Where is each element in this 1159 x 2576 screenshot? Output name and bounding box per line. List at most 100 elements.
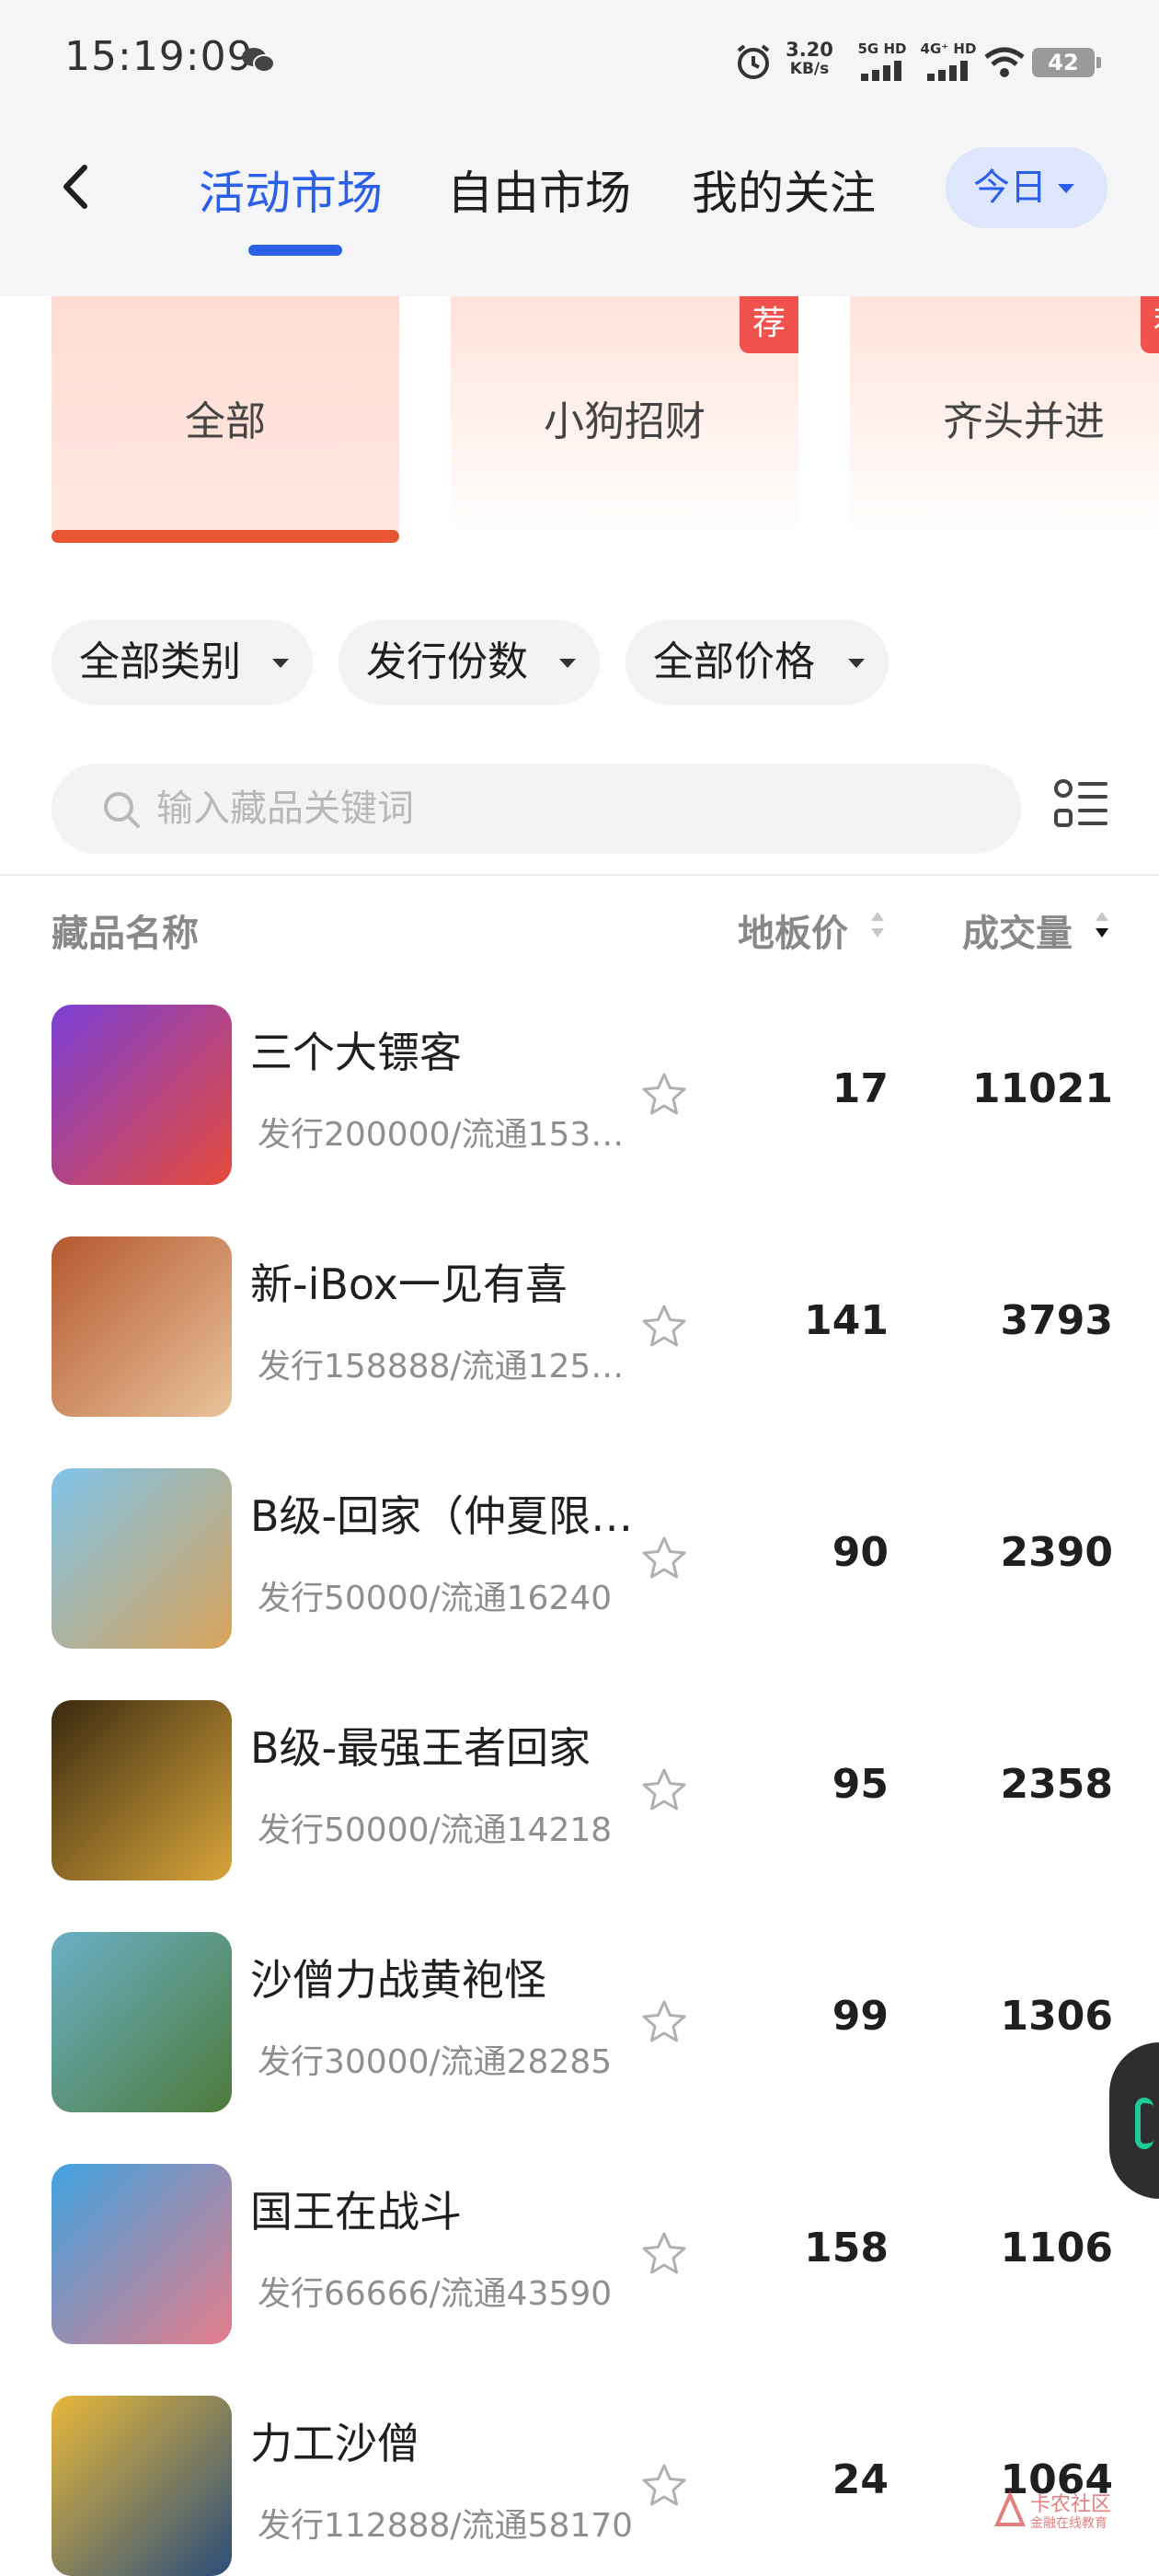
tab-my-follows[interactable]: 我的关注 [692, 156, 876, 223]
table-row[interactable]: 新-iBox一见有喜发行158888/流通125… 141 3793 [0, 1236, 1159, 1468]
collection-name: 新-iBox一见有喜 [250, 1259, 568, 1309]
divider [0, 874, 1159, 876]
top-nav: 活动市场 自由市场 我的关注 今日 [0, 138, 1159, 258]
star-icon[interactable] [640, 2230, 688, 2278]
collection-thumbnail [52, 1468, 232, 1649]
floor-price: 17 [832, 1065, 889, 1112]
collection-name: B级-最强王者回家 [250, 1723, 591, 1773]
collection-thumbnail [52, 1236, 232, 1417]
floor-price: 90 [832, 1529, 889, 1576]
caret-down-icon [848, 659, 865, 668]
floor-price: 24 [832, 2456, 889, 2503]
star-icon[interactable] [640, 1535, 688, 1582]
collection-thumbnail [52, 1932, 232, 2112]
star-icon[interactable] [640, 1303, 688, 1351]
sim2-signal: 4G⁺ HD [909, 40, 988, 83]
star-icon[interactable] [640, 1071, 688, 1119]
filter-label: 发行份数 [366, 638, 528, 685]
category-card-side-by-side[interactable]: 齐头并进 荐 [850, 296, 1159, 537]
collection-issue-info: 发行112888/流通58170 [258, 2507, 634, 2545]
collection-issue-info: 发行30000/流通28285 [258, 2043, 613, 2081]
date-filter-label: 今日 [973, 167, 1047, 209]
active-tab-indicator [248, 245, 342, 256]
collection-thumbnail [52, 1005, 232, 1185]
category-cards: 全部 小狗招财 荐 齐头并进 荐 [0, 296, 1159, 545]
signal-bars-icon [927, 61, 968, 81]
collection-name: 国王在战斗 [250, 2187, 462, 2237]
watermark-logo: 卡农社区 金融在线教育 [993, 2484, 1122, 2539]
collection-name: 三个大镖客 [250, 1028, 462, 1077]
table-row[interactable]: 国王在战斗 发行66666/流通43590 158 1106 [0, 2164, 1159, 2396]
tab-free-market[interactable]: 自由市场 [447, 156, 631, 223]
filter-price[interactable]: 全部价格 [625, 620, 889, 705]
collection-issue-info: 发行158888/流通125… [258, 1348, 625, 1386]
recommend-badge: 荐 [740, 296, 798, 353]
collection-name: 沙僧力战黄袍怪 [250, 1955, 546, 2005]
filter-issue-count[interactable]: 发行份数 [339, 620, 600, 705]
trade-volume: 1306 [1000, 1993, 1113, 2040]
table-row[interactable]: 力工沙僧 发行112888/流通58170 24 1064 [0, 2396, 1159, 2576]
speed-value: 3.20 [786, 39, 833, 61]
status-time: 15:19:09 [64, 33, 254, 80]
sim2-label: 4G⁺ HD [920, 40, 977, 57]
back-arrow-icon[interactable] [48, 155, 103, 219]
collection-thumbnail [52, 1700, 232, 1880]
category-active-indicator [52, 530, 399, 543]
category-label: 齐头并进 [943, 398, 1105, 445]
star-icon[interactable] [640, 1998, 688, 2046]
floor-price: 141 [804, 1297, 889, 1344]
collection-issue-info: 发行50000/流通16240 [258, 1580, 613, 1617]
category-card-dog[interactable]: 小狗招财 荐 [451, 296, 798, 537]
floor-price: 95 [832, 1761, 889, 1808]
collection-name: B级-回家（仲夏限… [250, 1491, 634, 1541]
filter-label: 全部类别 [79, 638, 241, 685]
trade-volume: 2358 [1000, 1761, 1113, 1808]
search-icon [104, 792, 140, 828]
speed-unit: KB/s [789, 60, 830, 78]
star-icon[interactable] [640, 1766, 688, 1814]
tab-activity-market[interactable]: 活动市场 [199, 156, 383, 223]
caret-down-icon [1058, 184, 1074, 193]
filter-label: 全部价格 [653, 638, 815, 685]
sort-descending-icon[interactable] [1093, 909, 1111, 940]
floor-price: 99 [832, 1993, 889, 2040]
list-view-icon[interactable] [1052, 776, 1109, 834]
table-row[interactable]: B级-回家（仲夏限… 发行50000/流通16240 90 2390 [0, 1468, 1159, 1700]
collection-issue-info: 发行50000/流通14218 [258, 1811, 613, 1849]
header-floor-price[interactable]: 地板价 [738, 903, 848, 957]
filter-category[interactable]: 全部类别 [52, 620, 313, 705]
category-card-all[interactable]: 全部 [52, 296, 399, 537]
recommend-badge: 荐 [1141, 296, 1159, 353]
wechat-icon [242, 48, 275, 73]
table-row[interactable]: B级-最强王者回家发行50000/流通14218 95 2358 [0, 1700, 1159, 1932]
status-bar: 15:19:09 3.20 KB/s 5G HD 4G⁺ HD 42 [0, 0, 1159, 120]
date-filter-dropdown[interactable]: 今日 [946, 147, 1107, 228]
signal-bars-icon [861, 61, 901, 81]
table-row[interactable]: 三个大镖客发行200000/流通153… 17 11021 [0, 1005, 1159, 1236]
star-icon[interactable] [640, 2462, 688, 2510]
header-name: 藏品名称 [52, 913, 199, 955]
network-speed: 3.20 KB/s [780, 40, 839, 79]
search-bar [52, 764, 1021, 854]
collection-issue-info: 发行200000/流通153… [258, 1116, 625, 1154]
sort-neutral-icon[interactable] [868, 909, 887, 940]
search-input[interactable] [156, 764, 984, 854]
collection-issue-info: 发行66666/流通43590 [258, 2275, 613, 2313]
assistant-icon [1135, 2098, 1153, 2149]
alarm-icon [737, 44, 770, 79]
caret-down-icon [272, 659, 289, 668]
caret-down-icon [559, 659, 576, 668]
market-page: 15:19:09 3.20 KB/s 5G HD 4G⁺ HD 42 活动市场 … [0, 0, 1159, 2576]
trade-volume: 2390 [1000, 1529, 1113, 1576]
trade-volume: 11021 [971, 1065, 1113, 1112]
wifi-icon [984, 47, 1025, 77]
collection-name: 力工沙僧 [250, 2419, 419, 2468]
floating-assistant-button[interactable] [1109, 2042, 1159, 2199]
table-row[interactable]: 沙僧力战黄袍怪发行30000/流通28285 99 1306 [0, 1932, 1159, 2164]
header-volume[interactable]: 成交量 [962, 903, 1073, 957]
category-label: 全部 [185, 398, 266, 445]
battery-indicator: 42 [1032, 48, 1101, 77]
watermark-subtext: 金融在线教育 [1030, 2516, 1107, 2531]
trade-volume: 3793 [1000, 1297, 1113, 1344]
floor-price: 158 [804, 2225, 889, 2271]
